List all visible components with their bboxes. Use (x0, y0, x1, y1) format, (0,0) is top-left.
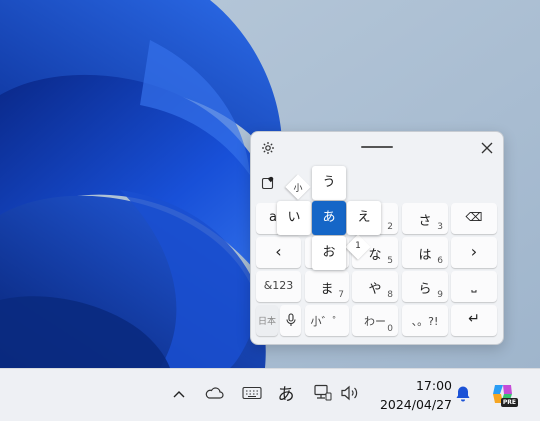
cursor-right-key[interactable]: › (451, 237, 497, 268)
notification-bell-icon[interactable] (453, 384, 473, 404)
copilot-pre-badge: PRE (500, 398, 518, 407)
key-ma[interactable]: ま 7 (305, 271, 349, 302)
network-icon[interactable] (311, 383, 333, 403)
space-key[interactable]: ⎵ (451, 271, 497, 302)
key-sa[interactable]: さ 3 (402, 203, 448, 234)
enter-key[interactable]: ↵ (451, 305, 497, 336)
small-dakuten-key[interactable]: 小゛゜ (305, 305, 349, 336)
space-icon: ⎵ (471, 278, 477, 293)
chevron-up-icon[interactable] (170, 385, 188, 403)
punctuation-key[interactable]: 、。?! (402, 305, 448, 336)
onedrive-cloud-icon[interactable] (203, 384, 225, 402)
chevron-right-icon: › (470, 242, 478, 261)
flick-left-i[interactable]: い (277, 201, 311, 235)
flick-down-o[interactable]: お (312, 236, 346, 270)
volume-icon[interactable] (339, 383, 361, 403)
key-ha[interactable]: は 6 (402, 237, 448, 268)
backspace-icon: ⌫ (465, 210, 483, 224)
copilot-icon[interactable]: PRE (488, 379, 518, 409)
flick-hint-small: 小 (293, 184, 303, 194)
close-icon[interactable] (477, 138, 497, 158)
taskbar: あ 17:00 2024/04/27 PRE (0, 368, 540, 421)
flick-right-e[interactable]: え (347, 201, 381, 235)
key-ya[interactable]: や 8 (352, 271, 398, 302)
gear-icon[interactable] (258, 138, 278, 158)
clock[interactable]: 17:00 2024/04/27 (376, 376, 452, 414)
backspace-key[interactable]: ⌫ (451, 203, 497, 234)
clock-date: 2024/04/27 (379, 397, 452, 412)
key-wa[interactable]: わー 0 (352, 305, 398, 336)
symbols-key[interactable]: &123 (256, 271, 301, 302)
flick-center-a[interactable]: あ (312, 201, 346, 235)
key-ra[interactable]: ら 9 (402, 271, 448, 302)
keyboard-icon[interactable] (240, 384, 264, 402)
microphone-key[interactable] (280, 305, 301, 336)
flick-up-u[interactable]: う (312, 166, 346, 200)
enter-icon: ↵ (468, 311, 480, 327)
ime-icon[interactable]: あ (275, 381, 297, 405)
keyboard-drag-handle[interactable] (361, 146, 393, 148)
ime-mode-key[interactable]: 日本 (256, 305, 278, 336)
flick-popup: 小 1 う い あ え お (277, 166, 381, 270)
flick-hint-number: 1 (355, 241, 361, 251)
microphone-icon (280, 313, 301, 331)
emoji-heart-icon[interactable] (260, 175, 276, 191)
clock-time: 17:00 (415, 378, 452, 393)
